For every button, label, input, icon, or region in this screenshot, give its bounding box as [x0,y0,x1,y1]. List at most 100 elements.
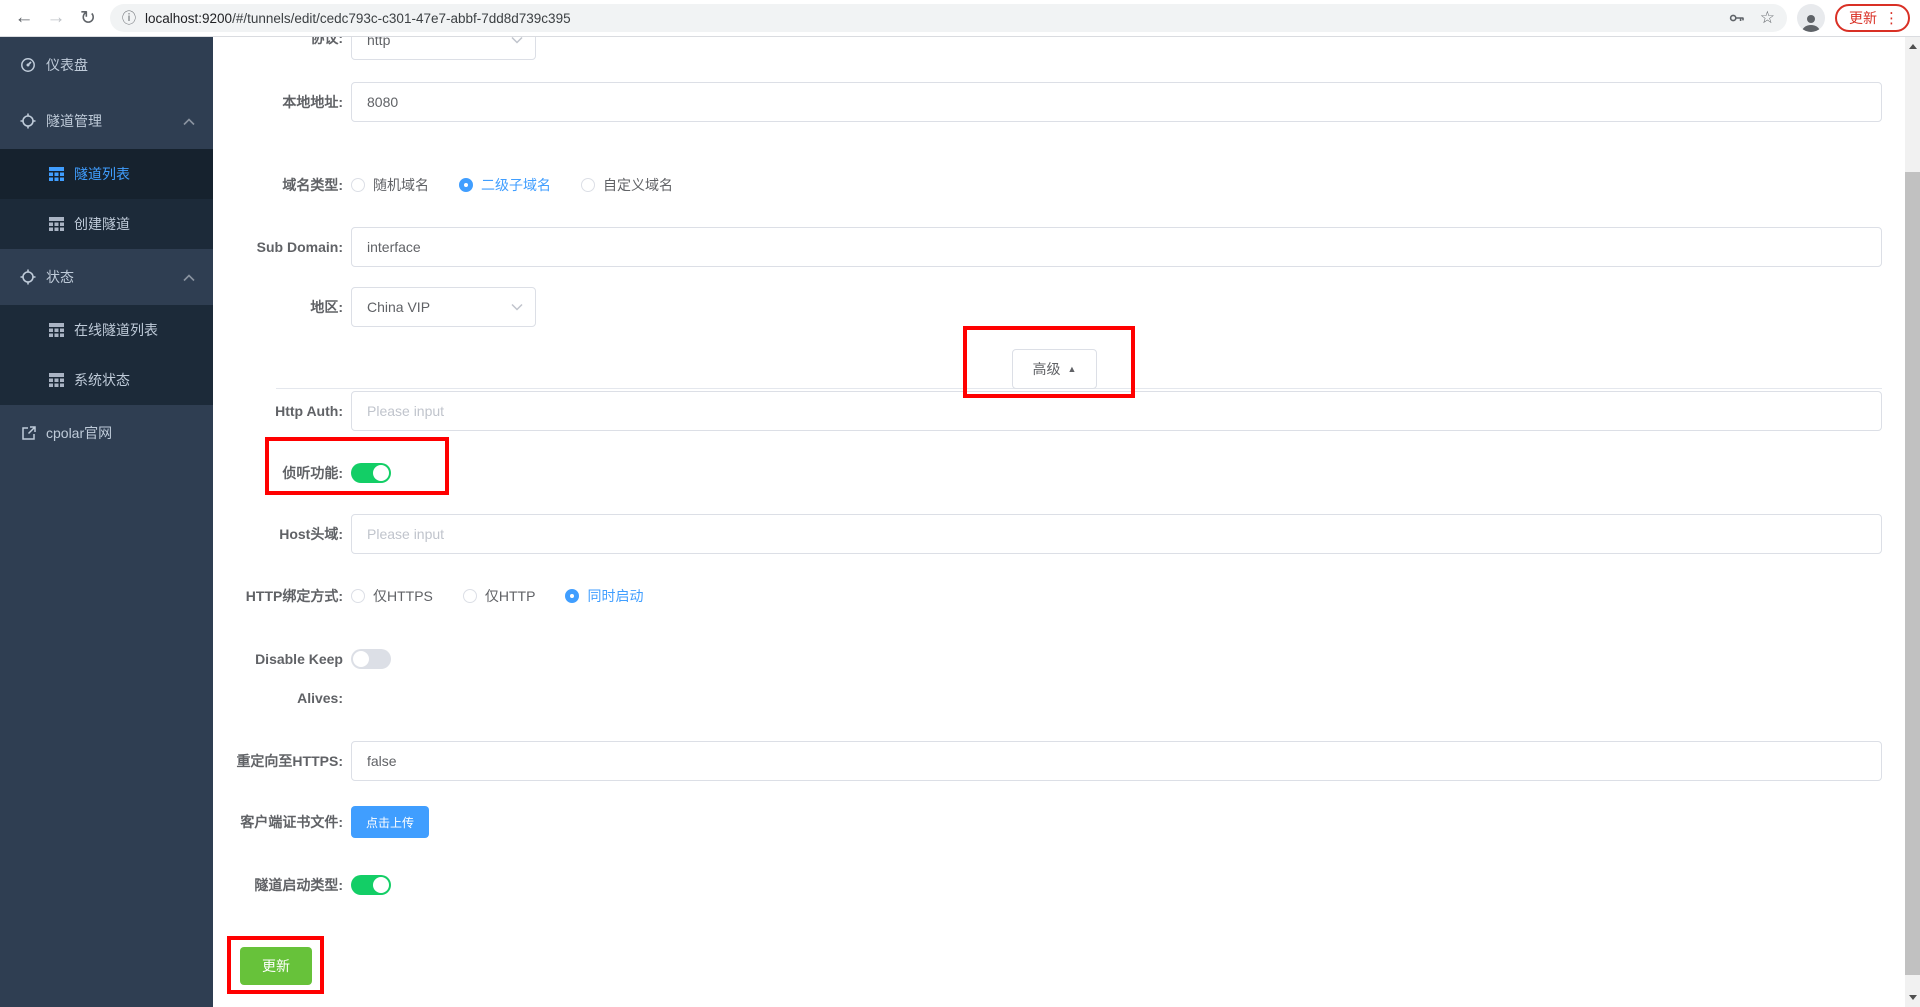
chevron-down-icon [511,37,523,44]
radio-circle-icon [351,589,365,603]
radio-label: 随机域名 [373,175,429,195]
redirect-https-input[interactable] [351,741,1882,781]
radio-both[interactable]: 同时启动 [565,586,643,606]
profile-avatar[interactable] [1797,4,1825,32]
protocol-label: 协议: [213,37,343,48]
radio-http-only[interactable]: 仅HTTP [463,586,536,606]
sidebar-item-label: cpolar官网 [46,423,112,443]
http-bind-radio-group: 仅HTTPS 仅HTTP 同时启动 [351,576,643,616]
sidebar-item-label: 隧道列表 [74,164,130,184]
url-path: /#/tunnels/edit/cedc793c-c301-47e7-abbf-… [232,11,571,26]
host-header-label: Host头域: [213,514,343,554]
sidebar-item-tunnel-list[interactable]: 隧道列表 [0,149,213,199]
update-submit-button[interactable]: 更新 [240,947,312,985]
radio-circle-icon [351,178,365,192]
disable-keep-alives-label-line2: Alives: [213,678,343,718]
sidebar-section-label: 状态 [46,267,74,287]
sidebar-section-status[interactable]: 状态 [0,249,213,305]
upload-button[interactable]: 点击上传 [351,806,429,838]
local-address-label: 本地地址: [213,82,343,122]
chrome-update-button[interactable]: 更新 ⋮ [1835,4,1910,32]
chevron-down-icon [511,303,523,311]
advanced-label: 高级 [1033,359,1061,379]
redirect-https-label: 重定向至HTTPS: [213,741,343,781]
http-auth-input[interactable] [351,391,1882,431]
triangle-up-icon: ▲ [1068,364,1077,374]
tunnel-start-type-label: 隧道启动类型: [213,865,343,905]
disable-keep-alives-toggle[interactable] [351,649,391,669]
submenu-status: 在线隧道列表 系统状态 [0,305,213,405]
radio-label: 二级子域名 [481,175,551,195]
local-address-input[interactable] [351,82,1882,122]
sidebar-item-label: 系统状态 [74,370,130,390]
radio-subdomain[interactable]: 二级子域名 [459,175,551,195]
radio-circle-icon [581,178,595,192]
sidebar-item-online-tunnel-list[interactable]: 在线隧道列表 [0,305,213,355]
protocol-value: http [367,37,390,48]
chevron-up-icon [183,113,195,129]
http-bind-label: HTTP绑定方式: [213,576,343,616]
listen-label: 侦听功能: [213,453,343,493]
sidebar-item-system-status[interactable]: 系统状态 [0,355,213,405]
tunnel-edit-form: 协议: http 本地地址: 域名类型: 随机域名 二级子域名 自定义域名 S [213,37,1905,1007]
back-icon[interactable]: ← [8,2,40,34]
chrome-update-label: 更新 [1849,8,1877,28]
site-info-icon[interactable]: ⓘ [122,8,136,28]
grid-icon [48,322,64,338]
radio-https-only[interactable]: 仅HTTPS [351,586,433,606]
sub-domain-input[interactable] [351,227,1882,267]
host-header-input[interactable] [351,514,1882,554]
aim-icon [20,269,36,285]
radio-label: 自定义域名 [603,175,673,195]
radio-circle-icon [459,178,473,192]
url-text[interactable]: localhost:9200/#/tunnels/edit/cedc793c-c… [145,11,1714,26]
sidebar-item-cpolar-website[interactable]: cpolar官网 [0,405,213,461]
address-bar[interactable]: ⓘ localhost:9200/#/tunnels/edit/cedc793c… [110,4,1787,32]
domain-type-label: 域名类型: [213,165,343,205]
radio-label: 同时启动 [587,586,643,606]
region-value: China VIP [367,299,430,315]
disable-keep-alives-label-line1: Disable Keep [213,639,343,679]
reload-icon[interactable]: ↻ [72,2,104,34]
submenu-tunnel-management: 隧道列表 创建隧道 [0,149,213,249]
sidebar-item-label: 创建隧道 [74,214,130,234]
radio-random-domain[interactable]: 随机域名 [351,175,429,195]
password-key-icon[interactable] [1728,9,1746,27]
browser-toolbar: ← → ↻ ⓘ localhost:9200/#/tunnels/edit/ce… [0,0,1920,37]
tunnel-start-type-toggle[interactable] [351,875,391,895]
grid-icon [48,216,64,232]
scrollbar-thumb[interactable] [1905,172,1920,975]
domain-type-radio-group: 随机域名 二级子域名 自定义域名 [351,165,673,205]
page-scrollbar[interactable] [1905,37,1920,1007]
listen-toggle[interactable] [351,463,391,483]
protocol-select[interactable]: http [351,37,536,60]
external-link-icon [20,425,36,441]
scroll-down-icon[interactable] [1905,990,1920,1005]
sub-domain-label: Sub Domain: [213,227,343,267]
chevron-up-icon [183,269,195,285]
radio-custom-domain[interactable]: 自定义域名 [581,175,673,195]
http-auth-label: Http Auth: [213,391,343,431]
client-cert-label: 客户端证书文件: [213,802,343,842]
sidebar-item-create-tunnel[interactable]: 创建隧道 [0,199,213,249]
radio-circle-icon [565,589,579,603]
advanced-toggle-button[interactable]: 高级 ▲ [1012,349,1097,389]
sidebar-section-label: 隧道管理 [46,111,102,131]
sidebar-item-label: 仪表盘 [46,55,88,75]
sidebar-item-dashboard[interactable]: 仪表盘 [0,37,213,93]
region-label: 地区: [213,287,343,327]
radio-label: 仅HTTPS [373,586,433,606]
sidebar: 仪表盘 隧道管理 隧道列表 创建隧道 状态 [0,37,213,1007]
grid-icon [48,372,64,388]
radio-label: 仅HTTP [485,586,536,606]
browser-menu-icon[interactable]: ⋮ [1884,9,1899,27]
url-host: localhost:9200 [145,11,232,26]
gauge-icon [20,57,36,73]
aim-icon [20,113,36,129]
sidebar-item-label: 在线隧道列表 [74,320,158,340]
bookmark-star-icon[interactable]: ☆ [1760,8,1775,28]
region-select[interactable]: China VIP [351,287,536,327]
sidebar-section-tunnel-management[interactable]: 隧道管理 [0,93,213,149]
scroll-up-icon[interactable] [1905,39,1920,54]
radio-circle-icon [463,589,477,603]
